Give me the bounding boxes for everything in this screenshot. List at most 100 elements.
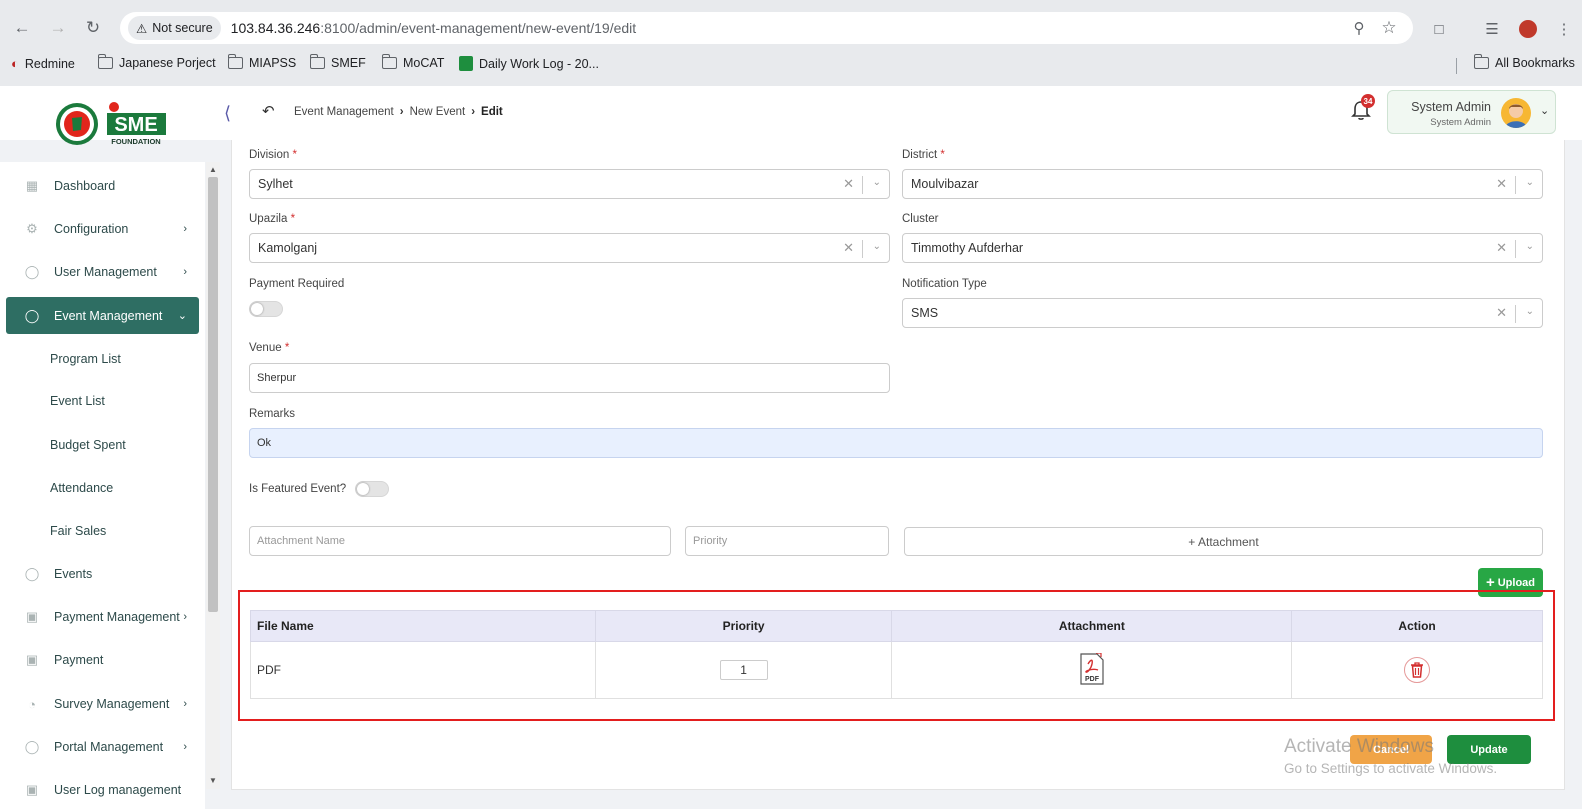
upazila-select[interactable]: Kamolganj ✕ ⌄ <box>249 233 890 263</box>
venue-input[interactable]: Sherpur <box>249 363 890 393</box>
clear-icon[interactable]: ✕ <box>1496 240 1507 256</box>
payment-required-toggle[interactable] <box>249 301 283 317</box>
sidebar-subitem-event-list[interactable]: Event List <box>50 394 105 408</box>
cancel-button[interactable]: Cancel <box>1350 735 1432 764</box>
cluster-value: Timmothy Aufderhar <box>911 241 1024 255</box>
bookmark-daily-work-log[interactable]: Daily Work Log - 20... <box>459 56 599 71</box>
folder-icon <box>97 54 113 69</box>
scroll-thumb[interactable] <box>208 177 218 612</box>
avatar <box>1501 98 1531 128</box>
clear-icon[interactable]: ✕ <box>843 176 854 192</box>
bookmark-miapss[interactable]: MIAPSS <box>227 54 296 70</box>
remarks-input[interactable]: Ok <box>249 428 1543 458</box>
reload-icon[interactable]: ↻ <box>82 17 104 39</box>
sidebar-subitem-budget-spent[interactable]: Budget Spent <box>50 438 126 452</box>
table-row: PDF 1 PDF <box>250 641 1543 699</box>
priority-placeholder: Priority <box>693 535 728 547</box>
sidebar-item-survey-management[interactable]: ◔ Survey Management › <box>6 685 199 722</box>
bookmark-mocat[interactable]: MoCAT <box>381 54 444 70</box>
sidebar-item-event-management[interactable]: ◯ Event Management ⌄ <box>6 297 199 334</box>
log-icon: ▣ <box>25 782 39 797</box>
security-chip[interactable]: ⚠ Not secure <box>128 16 221 40</box>
update-button[interactable]: Update <box>1447 735 1531 764</box>
bookmark-label: Daily Work Log - 20... <box>479 56 599 71</box>
sidebar-subitem-fair-sales[interactable]: Fair Sales <box>50 524 106 538</box>
district-select[interactable]: Moulvibazar ✕ ⌄ <box>902 169 1543 199</box>
clear-icon[interactable]: ✕ <box>1496 305 1507 321</box>
table-header-row: File Name Priority Attachment Action <box>250 610 1543 642</box>
add-attachment-button[interactable]: + Attachment <box>904 527 1543 556</box>
zoom-icon[interactable]: ⚲ <box>1349 18 1369 38</box>
pdf-file-icon[interactable]: PDF <box>1079 651 1105 685</box>
bookmark-japanese-porject[interactable]: Japanese Porject <box>97 54 216 70</box>
url-text[interactable]: 103.84.36.246:8100/admin/event-managemen… <box>231 20 637 36</box>
scroll-down-icon[interactable]: ▼ <box>209 776 217 785</box>
sidebar-subitem-program-list[interactable]: Program List <box>50 352 121 366</box>
back-arrow-icon[interactable]: ← <box>11 17 33 39</box>
priority-input[interactable]: Priority <box>685 526 889 556</box>
sme-foundation-logo[interactable]: SME FOUNDATION <box>55 100 170 148</box>
svg-text:PDF: PDF <box>1085 676 1100 683</box>
bookmarks-divider <box>1456 58 1457 74</box>
star-icon[interactable]: ☆ <box>1379 18 1399 38</box>
row-priority-input[interactable]: 1 <box>719 660 768 680</box>
sidebar-scrollbar[interactable]: ▲ ▼ <box>206 162 220 789</box>
forward-arrow-icon[interactable]: → <box>47 17 69 39</box>
cluster-select[interactable]: Timmothy Aufderhar ✕ ⌄ <box>902 233 1543 263</box>
chevron-down-icon[interactable]: ⌄ <box>873 241 881 252</box>
delete-button[interactable] <box>1404 657 1431 683</box>
chevron-down-icon: ⌄ <box>177 310 187 322</box>
logo-subtext: FOUNDATION <box>111 137 160 146</box>
sidebar-item-payment[interactable]: ▣ Payment <box>6 641 199 678</box>
division-select[interactable]: Sylhet ✕ ⌄ <box>249 169 890 199</box>
notification-type-select[interactable]: SMS ✕ ⌄ <box>902 298 1543 328</box>
lock-icon: ◯ <box>24 566 40 581</box>
breadcrumb-event-management[interactable]: Event Management <box>294 106 394 118</box>
folder-icon <box>227 54 243 69</box>
sidebar-item-events[interactable]: ◯ Events <box>6 555 199 592</box>
lock-icon: ◯ <box>24 739 40 754</box>
notification-count-badge: 34 <box>1361 94 1375 108</box>
back-icon[interactable]: ↶ <box>262 102 275 120</box>
column-header-priority: Priority <box>594 610 893 642</box>
chevron-down-icon[interactable]: ⌄ <box>1526 306 1534 317</box>
scroll-up-icon[interactable]: ▲ <box>209 165 217 174</box>
required-mark: * <box>290 213 296 225</box>
user-menu[interactable]: System Admin System Admin ⌄ <box>1387 90 1556 134</box>
breadcrumb-new-event[interactable]: New Event <box>410 106 466 118</box>
sidebar-item-user-management[interactable]: ◯ User Management › <box>6 253 199 290</box>
profile-icon[interactable] <box>1517 18 1539 40</box>
required-mark: * <box>940 149 945 161</box>
clear-icon[interactable]: ✕ <box>843 240 854 256</box>
chevron-down-icon[interactable]: ⌄ <box>1526 177 1534 188</box>
district-label: District * <box>902 149 945 161</box>
chevron-down-icon: ⌄ <box>1540 105 1550 117</box>
sidebar-collapse-icon[interactable]: ⟨ <box>224 103 231 124</box>
sidebar-item-portal-management[interactable]: ◯ Portal Management › <box>6 728 199 765</box>
select-divider <box>862 240 863 258</box>
payment-required-label: Payment Required <box>249 278 345 290</box>
media-icon[interactable]: ☰ <box>1481 18 1503 40</box>
sidebar-subitem-attendance[interactable]: Attendance <box>50 481 113 495</box>
lock-icon: ◯ <box>24 308 40 323</box>
upload-label: Upload <box>1497 576 1536 589</box>
money-icon: ▣ <box>25 609 39 624</box>
sidebar-item-user-log-management[interactable]: ▣ User Log management <box>6 771 199 808</box>
sidebar-item-configuration[interactable]: ⚙ Configuration › <box>6 210 199 247</box>
bookmark-redmine[interactable]: ◐ Redmine <box>11 56 75 71</box>
chevron-right-icon: › <box>183 697 187 710</box>
clear-icon[interactable]: ✕ <box>1496 176 1507 192</box>
attachment-name-input[interactable]: Attachment Name <box>249 526 671 556</box>
chevron-down-icon[interactable]: ⌄ <box>873 177 881 188</box>
featured-event-toggle[interactable] <box>355 481 389 497</box>
sidebar-item-dashboard[interactable]: ▦ Dashboard <box>6 167 199 204</box>
bookmark-smef[interactable]: SMEF <box>309 54 366 70</box>
chevron-down-icon[interactable]: ⌄ <box>1526 241 1534 252</box>
sidebar-item-label: Event Management <box>54 308 163 323</box>
bookmark-all-bookmarks[interactable]: All Bookmarks <box>1473 54 1575 70</box>
address-bar[interactable]: ⚠ Not secure 103.84.36.246:8100/admin/ev… <box>120 12 1413 44</box>
extensions-icon[interactable]: □ <box>1428 18 1450 40</box>
chrome-menu-icon[interactable]: ⋮ <box>1553 18 1575 40</box>
sidebar-item-payment-management[interactable]: ▣ Payment Management › <box>6 598 199 635</box>
column-header-attachment: Attachment <box>891 610 1293 642</box>
